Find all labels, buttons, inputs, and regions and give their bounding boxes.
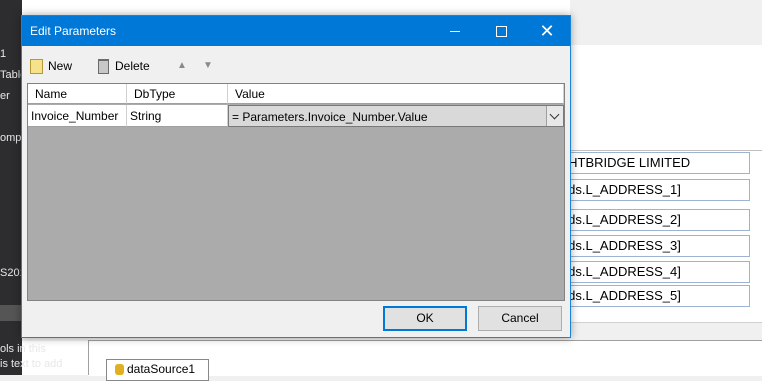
dialog-toolbar: New Delete ▲ ▼: [22, 54, 570, 78]
side-panel-text: omp: [0, 132, 22, 144]
side-panel-text: is text to add: [0, 358, 63, 370]
report-field-address-5[interactable]: elds.L_ADDRESS_5]: [555, 285, 750, 307]
designer-topbar: [570, 0, 762, 46]
column-header-name[interactable]: Name: [28, 84, 127, 104]
column-header-dbtype[interactable]: DbType: [127, 84, 228, 104]
band-divider: [570, 150, 762, 151]
cell-name[interactable]: Invoice_Number: [28, 105, 127, 127]
move-down-button[interactable]: ▼: [203, 54, 213, 78]
dialog-titlebar[interactable]: Edit Parameters ✕: [22, 16, 570, 46]
parameters-grid[interactable]: Name DbType Value Invoice_Number String …: [27, 83, 565, 301]
report-field-address-3[interactable]: elds.L_ADDRESS_3]: [555, 235, 750, 257]
side-panel-text: ols in this: [0, 343, 46, 355]
cell-value-combobox[interactable]: = Parameters.Invoice_Number.Value: [228, 105, 564, 127]
edit-parameters-dialog: Edit Parameters ✕ New Delete ▲ ▼ Name Db…: [21, 15, 571, 338]
arrow-down-icon: ▼: [203, 60, 213, 71]
close-button[interactable]: ✕: [524, 16, 570, 46]
side-panel-highlight: [0, 305, 22, 321]
new-parameter-button[interactable]: New: [30, 54, 72, 78]
minimize-icon: [450, 31, 460, 32]
close-icon: ✕: [539, 21, 555, 41]
arrow-up-icon: ▲: [177, 60, 187, 71]
value-dropdown-button[interactable]: [546, 106, 563, 126]
cell-dbtype[interactable]: String: [127, 105, 228, 127]
maximize-button[interactable]: [478, 16, 524, 46]
ok-button[interactable]: OK: [383, 306, 467, 331]
new-document-icon: [30, 59, 43, 75]
database-icon: [115, 364, 124, 376]
cancel-button[interactable]: Cancel: [478, 306, 562, 331]
cell-value-text: = Parameters.Invoice_Number.Value: [232, 110, 428, 124]
minimize-button[interactable]: [432, 16, 478, 46]
tray-divider: [88, 340, 89, 375]
dialog-title: Edit Parameters: [30, 24, 117, 38]
report-field-company[interactable]: GHTBRIDGE LIMITED: [555, 152, 750, 174]
delete-parameter-button[interactable]: Delete: [98, 54, 150, 78]
move-up-button[interactable]: ▲: [177, 54, 187, 78]
datasource-item[interactable]: dataSource1: [106, 359, 209, 381]
report-field-address-1[interactable]: elds.L_ADDRESS_1]: [555, 179, 750, 201]
trash-icon: [98, 59, 109, 75]
report-field-address-2[interactable]: elds.L_ADDRESS_2]: [555, 209, 750, 231]
maximize-icon: [496, 26, 507, 37]
side-panel-text: er: [0, 90, 10, 102]
chevron-down-icon: [549, 109, 560, 120]
report-field-address-4[interactable]: elds.L_ADDRESS_4]: [555, 261, 750, 283]
side-panel-text: 1: [0, 48, 7, 60]
column-header-value[interactable]: Value: [228, 84, 564, 104]
left-side-panel: 1 Table er omp S201 ols in this is text …: [0, 0, 62, 375]
